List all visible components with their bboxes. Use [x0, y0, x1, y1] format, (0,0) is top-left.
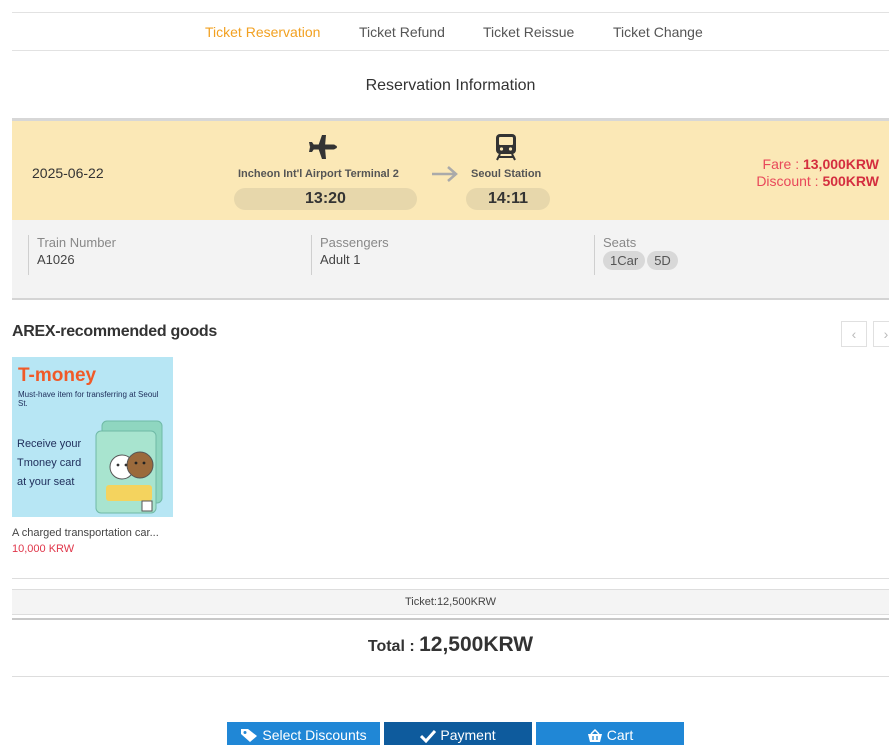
- tab-ticket-reissue[interactable]: Ticket Reissue: [483, 24, 574, 40]
- select-discounts-button[interactable]: Select Discounts: [227, 722, 380, 745]
- discount-label: Discount :: [756, 173, 823, 189]
- train-number-label: Train Number: [37, 235, 116, 250]
- goods-title: AREX-recommended goods: [12, 323, 217, 340]
- tab-ticket-reservation[interactable]: Ticket Reservation: [205, 24, 320, 40]
- product-image-title: T-money: [18, 365, 97, 386]
- seats-column: Seats 1Car 5D: [594, 235, 680, 275]
- arrival-station: Seoul Station: [471, 168, 542, 180]
- product-price: 10,000 KRW: [12, 543, 75, 555]
- reservation-details: Train Number A1026 Passengers Adult 1 Se…: [12, 220, 889, 300]
- goods-next-button[interactable]: ›: [873, 321, 889, 347]
- product-name[interactable]: A charged transportation car...: [12, 527, 159, 539]
- departure-station: Incheon Int'l Airport Terminal 2: [238, 168, 399, 180]
- product-image-line-2: Tmoney card: [17, 457, 82, 469]
- tmoney-card-illustration: [95, 420, 163, 514]
- fare-label: Fare :: [762, 156, 803, 172]
- divider: [12, 676, 889, 677]
- train-number-value: A1026: [37, 252, 75, 267]
- discount-value: 500KRW: [822, 173, 879, 189]
- cart-button[interactable]: Cart: [536, 722, 684, 745]
- fare-value: 13,000KRW: [802, 156, 879, 172]
- passengers-value: Adult 1: [320, 252, 361, 267]
- section-title: Reservation Information: [365, 77, 536, 94]
- ticket-subtotal: Ticket:12,500KRW: [12, 589, 889, 615]
- product-image-line-1: Receive your: [17, 438, 82, 450]
- total-value: 12,500KRW: [419, 633, 534, 656]
- train-number-column: Train Number A1026: [28, 235, 116, 275]
- cart-label: Cart: [606, 727, 634, 743]
- tab-ticket-change[interactable]: Ticket Change: [613, 24, 703, 40]
- goods-prev-button[interactable]: ‹: [841, 321, 867, 347]
- train-icon: [496, 134, 516, 161]
- plane-icon: [309, 135, 337, 159]
- payment-button[interactable]: Payment: [384, 722, 532, 745]
- payment-label: Payment: [440, 727, 496, 743]
- select-discounts-label: Select Discounts: [262, 727, 367, 743]
- basket-icon: [587, 728, 602, 742]
- divider: [12, 618, 889, 620]
- product-image-line-3: at your seat: [17, 476, 75, 488]
- chevron-left-icon: ‹: [851, 326, 857, 342]
- total-price: Total : 12,500KRW: [12, 633, 889, 657]
- arrow-right-icon: [432, 166, 458, 182]
- arrival-time: 14:11: [466, 188, 550, 210]
- seat-car-badge: 1Car: [603, 251, 646, 270]
- fare-summary: Fare : 13,000KRW Discount : 500KRW: [756, 156, 879, 190]
- tmoney-product-image[interactable]: T-money Must-have item for transferring …: [12, 357, 173, 517]
- reservation-summary: 2025-06-22 Incheon Int'l Airport Termina…: [12, 118, 889, 220]
- chevron-right-icon: ›: [883, 326, 889, 342]
- tag-icon: [241, 729, 258, 742]
- checkmark-icon: [420, 729, 437, 744]
- tab-ticket-refund[interactable]: Ticket Refund: [359, 24, 445, 40]
- total-label: Total :: [367, 638, 420, 655]
- product-image-text: Receive your Tmoney card at your seat: [17, 435, 81, 492]
- divider: [12, 578, 889, 579]
- departure-time: 13:20: [234, 188, 417, 210]
- seat-number-badge: 5D: [647, 251, 678, 270]
- travel-date: 2025-06-22: [32, 165, 104, 181]
- passengers-column: Passengers Adult 1: [311, 235, 389, 275]
- seats-label: Seats: [603, 235, 637, 250]
- product-image-subtitle: Must-have item for transferring at Seoul…: [18, 390, 159, 408]
- service-tabs: Ticket Reservation Ticket Refund Ticket …: [12, 12, 889, 51]
- passengers-label: Passengers: [320, 235, 389, 250]
